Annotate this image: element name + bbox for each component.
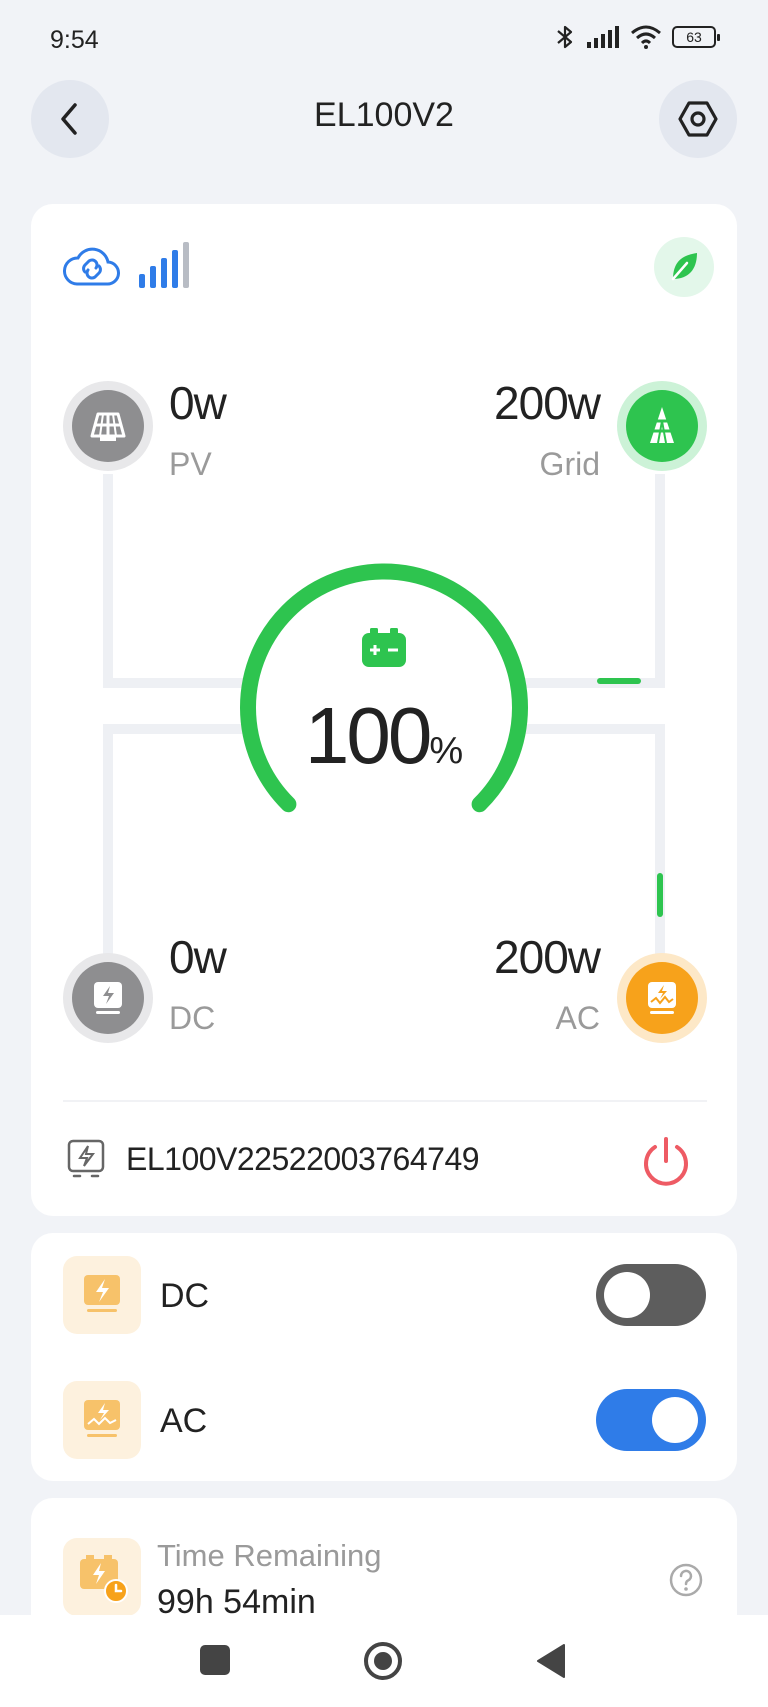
ac-row-icon — [63, 1381, 141, 1459]
cloud-link-icon[interactable] — [63, 244, 121, 288]
pv-power-value: 0w — [169, 377, 227, 429]
flow-line-pv-h — [103, 678, 243, 688]
ac-output-icon — [84, 1400, 120, 1437]
battery-percent: 100% — [0, 690, 768, 782]
dc-output-icon — [84, 1275, 120, 1312]
time-remaining-label: Time Remaining — [157, 1538, 382, 1573]
grid-tower-icon — [650, 407, 674, 444]
flow-line-grid — [655, 474, 665, 688]
battery-percent-unit: % — [429, 730, 464, 772]
ac-output-toggle[interactable] — [596, 1389, 706, 1451]
bluetooth-icon — [557, 25, 573, 49]
grid-label: Grid — [539, 446, 600, 482]
status-icons: 63 — [554, 24, 720, 50]
pv-label: PV — [169, 446, 212, 482]
flow-indicator-ac — [657, 873, 663, 917]
grid-power-value: 200w — [494, 377, 601, 429]
dc-node[interactable] — [63, 953, 153, 1043]
flow-line-grid-h — [525, 678, 665, 688]
wifi-icon — [631, 25, 661, 49]
power-icon — [644, 1137, 688, 1186]
dc-power-value: 0w — [169, 931, 227, 983]
back-icon[interactable] — [536, 1643, 568, 1679]
time-remaining-help-button[interactable] — [668, 1562, 704, 1598]
signal-bars-icon — [139, 242, 189, 288]
battery-percent-value: 100 — [304, 691, 432, 780]
page-title: EL100V2 — [314, 96, 454, 134]
home-icon[interactable] — [363, 1641, 403, 1681]
grid-node[interactable] — [617, 381, 707, 471]
battery-clock-icon — [80, 1555, 128, 1603]
pv-node[interactable] — [63, 381, 153, 471]
solar-panel-icon — [90, 412, 126, 441]
flow-line-pv — [103, 474, 113, 688]
battery-icon — [362, 628, 406, 667]
dc-output-toggle[interactable] — [596, 1264, 706, 1326]
ac-label: AC — [555, 1000, 600, 1036]
status-time: 9:54 — [50, 26, 99, 54]
power-button[interactable] — [638, 1133, 694, 1189]
device-icon — [67, 1139, 105, 1178]
leaf-icon — [671, 253, 697, 281]
dc-row-icon — [63, 1256, 141, 1334]
dc-output-icon — [94, 982, 122, 1014]
cellular-signal-icon — [587, 26, 619, 48]
dc-output-label: DC — [160, 1277, 210, 1315]
device-serial: EL100V22522003764749 — [126, 1141, 480, 1177]
ac-power-value: 200w — [494, 931, 601, 983]
recents-icon[interactable] — [200, 1645, 230, 1675]
flow-indicator-grid — [597, 678, 641, 684]
dc-label: DC — [169, 1000, 216, 1036]
card-divider — [63, 1100, 707, 1102]
ac-node[interactable] — [617, 953, 707, 1043]
settings-button[interactable] — [659, 80, 737, 158]
hexagon-settings-icon — [678, 101, 718, 137]
eco-mode-button[interactable] — [654, 237, 714, 297]
ac-output-icon — [648, 982, 676, 1014]
ac-output-label: AC — [160, 1402, 208, 1440]
question-icon — [669, 1563, 703, 1597]
battery-icon: 63 — [672, 26, 720, 48]
time-remaining-icon — [63, 1538, 141, 1616]
